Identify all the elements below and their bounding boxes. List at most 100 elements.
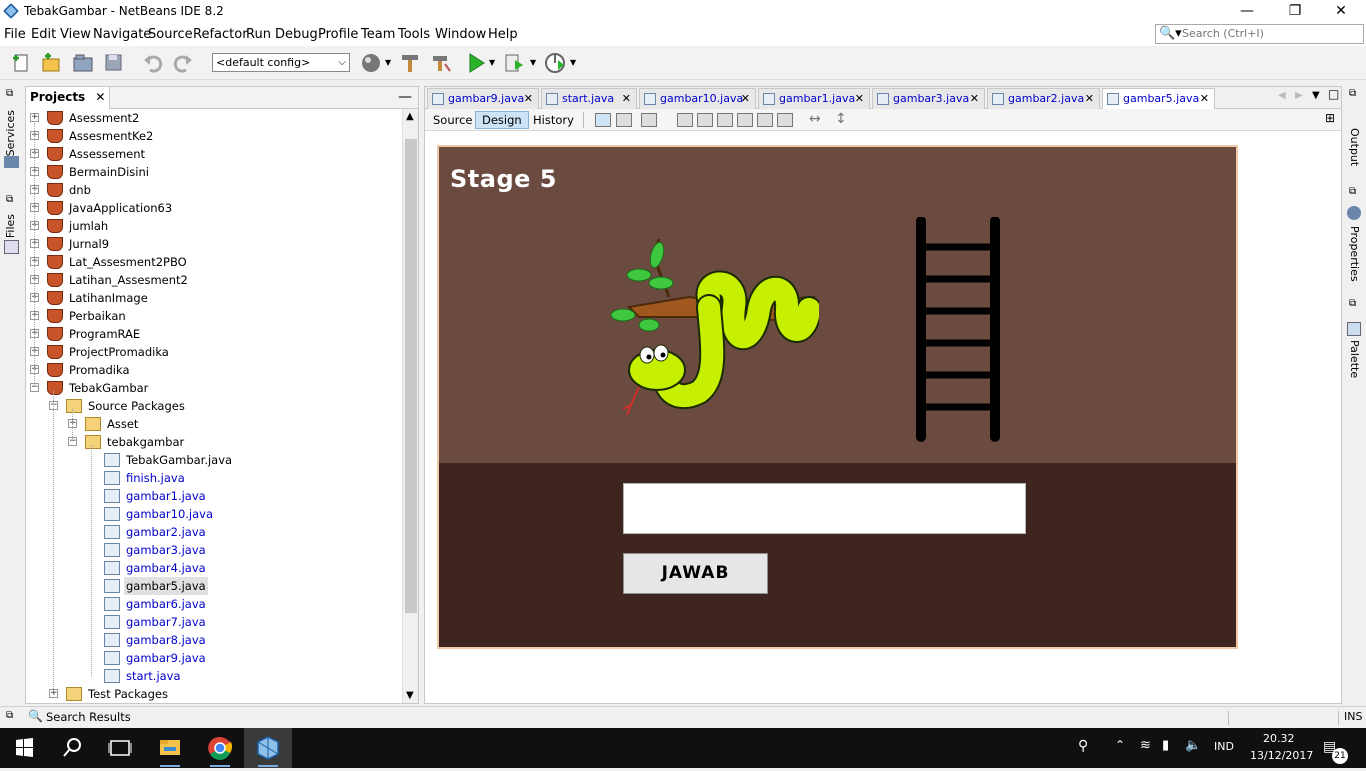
search-icon[interactable]: 🔍▾	[1159, 26, 1182, 41]
task-view-icon[interactable]	[96, 728, 144, 768]
design-canvas[interactable]: Stage 5 JAWAB	[437, 145, 1238, 649]
scroll-left-icon[interactable]: ◀	[1278, 90, 1286, 101]
close-icon[interactable]: ✕	[95, 90, 105, 104]
people-icon[interactable]: ⚲	[1078, 738, 1088, 754]
menu-file[interactable]: File	[4, 27, 26, 42]
minimize-icon[interactable]: —	[398, 89, 412, 105]
file-explorer-icon[interactable]	[146, 728, 194, 768]
tree-item-source-packages[interactable]: − Source Packages	[26, 397, 402, 415]
tree-item-project[interactable]: + Asessment2	[26, 109, 402, 127]
chevron-down-icon[interactable]: ▼	[570, 58, 576, 67]
scrollbar-thumb[interactable]	[405, 139, 417, 613]
tree-item-file[interactable]: gambar8.java	[26, 631, 402, 649]
close-button[interactable]: ✕	[1318, 2, 1364, 22]
search-icon[interactable]	[48, 728, 96, 768]
resize-vertical-icon[interactable]: ↕	[835, 111, 847, 127]
tab-gambar9[interactable]: gambar9.java ✕	[427, 88, 539, 109]
chevron-down-icon[interactable]: ▼	[530, 58, 536, 67]
battery-icon[interactable]: ▮	[1162, 738, 1169, 753]
restore-button[interactable]: ❐	[1272, 2, 1318, 22]
search-icon[interactable]: 🔍	[28, 709, 43, 723]
menu-edit[interactable]: Edit	[31, 27, 56, 42]
chrome-icon[interactable]	[196, 728, 244, 768]
output-tab[interactable]: Output	[1348, 128, 1361, 166]
center-vertical-icon[interactable]	[777, 113, 793, 127]
center-horizontal-icon[interactable]	[717, 113, 733, 127]
menu-window[interactable]: Window	[435, 27, 486, 42]
tree-item-file[interactable]: gambar4.java	[26, 559, 402, 577]
tree-item-project[interactable]: + dnb	[26, 181, 402, 199]
menu-help[interactable]: Help	[488, 27, 518, 42]
preview-design-icon[interactable]	[641, 113, 657, 127]
wifi-icon[interactable]: ≋	[1140, 738, 1151, 753]
restore-window-icon[interactable]: ⧉	[6, 88, 13, 99]
restore-window-icon[interactable]: ⧉	[6, 710, 13, 721]
tree-item-file[interactable]: gambar7.java	[26, 613, 402, 631]
properties-tab[interactable]: Properties	[1348, 226, 1361, 282]
tree-item-project[interactable]: + Latihan_Assesment2	[26, 271, 402, 289]
restore-window-icon[interactable]: ⧉	[1349, 298, 1356, 309]
projects-scrollbar[interactable]: ▲ ▼	[402, 109, 418, 703]
history-view-button[interactable]: History	[527, 111, 580, 129]
align-top-icon[interactable]	[737, 113, 753, 127]
tree-item-file[interactable]: start.java	[26, 667, 402, 685]
connection-mode-icon[interactable]	[616, 113, 632, 127]
search-input[interactable]	[1182, 27, 1358, 40]
chevron-down-icon[interactable]: ▼	[489, 58, 495, 67]
menu-refactor[interactable]: Refactor	[193, 27, 248, 42]
tree-item-project[interactable]: + Lat_Assesment2PBO	[26, 253, 402, 271]
clean-build-icon[interactable]	[430, 52, 452, 74]
restore-window-icon[interactable]: ⧉	[1349, 88, 1356, 99]
tab-gambar1[interactable]: gambar1.java ✕	[758, 88, 870, 109]
tree-item-file[interactable]: TebakGambar.java	[26, 451, 402, 469]
build-hammer-icon[interactable]	[399, 52, 421, 74]
tree-item-file[interactable]: gambar6.java	[26, 595, 402, 613]
menu-debug[interactable]: Debug	[275, 27, 318, 42]
tree-item-project[interactable]: + BermainDisini	[26, 163, 402, 181]
search-results-tab[interactable]: Search Results	[46, 710, 131, 724]
tree-item-project[interactable]: + ProgramRAE	[26, 325, 402, 343]
debug-icon[interactable]	[503, 52, 525, 74]
tree-item-project[interactable]: + Jurnal9	[26, 235, 402, 253]
design-view-button[interactable]: Design	[475, 111, 529, 129]
tree-item-file[interactable]: gambar2.java	[26, 523, 402, 541]
align-left-icon[interactable]	[677, 113, 693, 127]
menu-profile[interactable]: Profile	[318, 27, 358, 42]
run-icon[interactable]	[465, 52, 487, 74]
clock-date[interactable]: 13/12/2017	[1250, 749, 1313, 762]
tree-item-project[interactable]: + Promadika	[26, 361, 402, 379]
tree-item-file-selected[interactable]: gambar5.java	[26, 577, 402, 595]
minimize-button[interactable]: —	[1224, 2, 1270, 22]
menu-source[interactable]: Source	[148, 27, 193, 42]
tree-item-project[interactable]: + ProjectPromadika	[26, 343, 402, 361]
tree-item-package[interactable]: + Asset	[26, 415, 402, 433]
chevron-down-icon[interactable]: ▼	[385, 58, 391, 67]
tree-item-test-packages[interactable]: + Test Packages	[26, 685, 402, 703]
language-indicator[interactable]: IND	[1214, 740, 1234, 753]
undo-icon[interactable]	[142, 52, 164, 74]
chevron-up-icon[interactable]: ⌃	[1115, 738, 1125, 752]
redo-icon[interactable]	[172, 52, 194, 74]
globe-icon[interactable]	[360, 52, 382, 74]
tree-item-file[interactable]: finish.java	[26, 469, 402, 487]
tab-start[interactable]: start.java ✕	[541, 88, 637, 109]
netbeans-taskbar-item[interactable]	[244, 728, 292, 768]
menu-navigate[interactable]: Navigate	[93, 27, 151, 42]
tree-item-project[interactable]: + AssesmentKe2	[26, 127, 402, 145]
tab-gambar5[interactable]: gambar5.java ✕	[1102, 88, 1215, 109]
source-view-button[interactable]: Source	[427, 111, 479, 129]
tab-gambar2[interactable]: gambar2.java ✕	[987, 88, 1100, 109]
tree-item-file[interactable]: gambar3.java	[26, 541, 402, 559]
tree-item-project[interactable]: + LatihanImage	[26, 289, 402, 307]
align-bottom-icon[interactable]	[757, 113, 773, 127]
tree-item-package[interactable]: − tebakgambar	[26, 433, 402, 451]
menu-view[interactable]: View	[60, 27, 91, 42]
menu-run[interactable]: Run	[246, 27, 271, 42]
projects-tab[interactable]: Projects ✕	[26, 87, 111, 109]
open-project-icon[interactable]	[72, 52, 94, 74]
tree-item-file[interactable]: gambar1.java	[26, 487, 402, 505]
align-right-icon[interactable]	[697, 113, 713, 127]
tree-item-project[interactable]: + jumlah	[26, 217, 402, 235]
tree-item-file[interactable]: gambar9.java	[26, 649, 402, 667]
new-file-icon[interactable]	[10, 52, 32, 74]
